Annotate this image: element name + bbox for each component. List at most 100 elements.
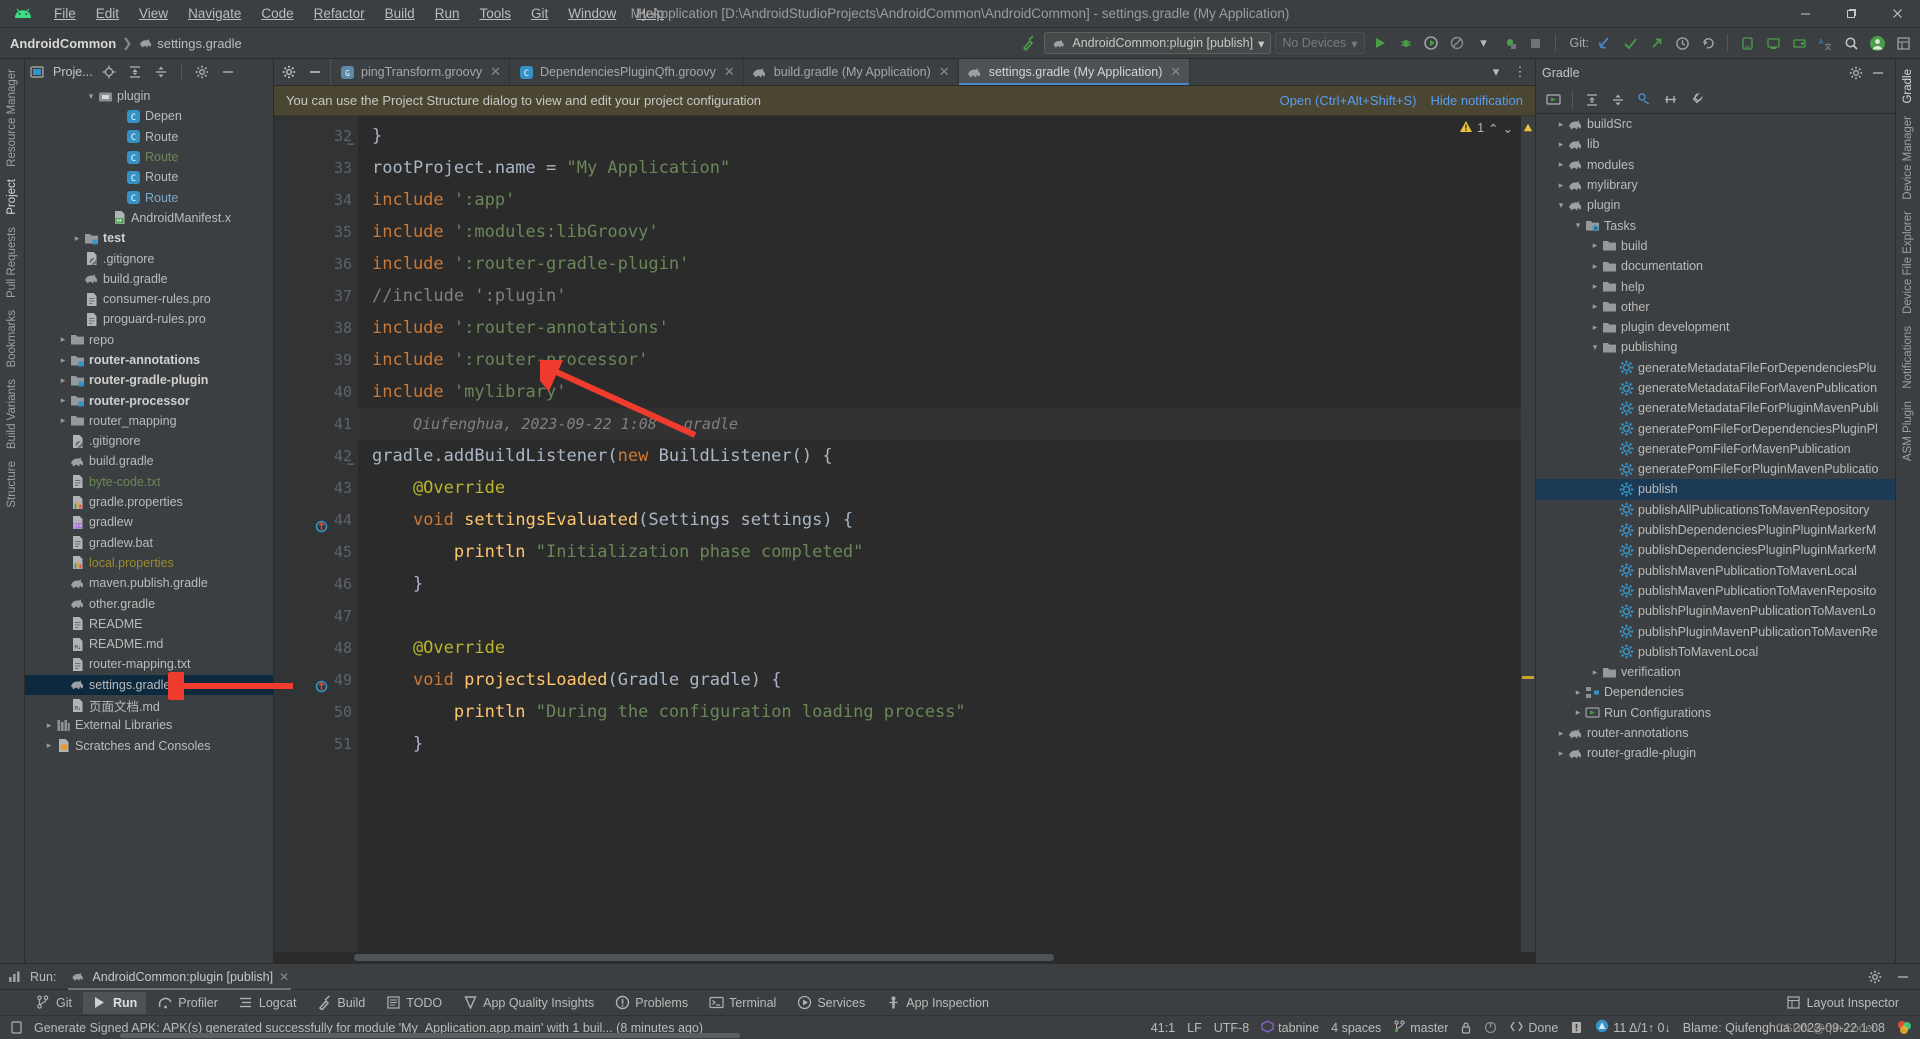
select-opened-file-icon[interactable] xyxy=(99,62,119,82)
chevron-right-icon[interactable]: ▸ xyxy=(1572,687,1584,698)
expand-all-icon[interactable] xyxy=(125,62,145,82)
code-line[interactable]: } xyxy=(358,728,1535,760)
bottom-tab-git[interactable]: Git xyxy=(26,992,81,1014)
chevron-right-icon[interactable]: ▸ xyxy=(1589,240,1601,251)
gutter-line[interactable]: 43 xyxy=(274,472,358,504)
tool-window-device-file-explorer[interactable]: Device File Explorer xyxy=(1900,205,1916,320)
project-tree-row[interactable]: .gitignore xyxy=(25,248,273,268)
editor-tab[interactable]: settings.gradle (My Application) ✕ xyxy=(958,59,1191,85)
project-tree-row[interactable]: C Route xyxy=(25,187,273,207)
project-tree-row[interactable]: MF AndroidManifest.x xyxy=(25,208,273,228)
menu-item-file[interactable]: File xyxy=(44,3,86,24)
editor-tab[interactable]: build.gradle (My Application) ✕ xyxy=(744,59,959,85)
gradle-tree-row[interactable]: publishPluginMavenPublicationToMavenLo xyxy=(1536,601,1895,621)
code-line[interactable]: println "During the configuration loadin… xyxy=(358,696,1535,728)
close-button[interactable] xyxy=(1874,0,1920,28)
device-manager-icon[interactable] xyxy=(1736,32,1758,54)
line-separator-widget[interactable]: LF xyxy=(1187,1021,1202,1035)
avd-manager-icon[interactable] xyxy=(1762,32,1784,54)
gradle-tree-row[interactable]: generateMetadataFileForDependenciesPlu xyxy=(1536,358,1895,378)
vcs-changes-widget[interactable]: 11 Δ/1↑ 0↓ xyxy=(1595,1019,1671,1036)
gradle-tree-row[interactable]: ▾ Tasks xyxy=(1536,215,1895,235)
gutter-line[interactable]: 39 xyxy=(274,344,358,376)
gradle-tree-row[interactable]: publishMavenPublicationToMavenReposito xyxy=(1536,581,1895,601)
tool-window-bookmarks[interactable]: Bookmarks xyxy=(4,304,20,374)
history-icon[interactable] xyxy=(1671,32,1693,54)
gradle-tree-row[interactable]: ▸ plugin development xyxy=(1536,317,1895,337)
editor-marker-strip[interactable] xyxy=(1521,116,1535,952)
collapse-all-icon[interactable] xyxy=(151,62,171,82)
close-icon[interactable]: ✕ xyxy=(939,64,950,80)
warning-stripe-marker[interactable] xyxy=(1522,676,1534,679)
chevron-down-icon[interactable]: ▾ xyxy=(1555,200,1567,211)
toggle-offline-mode-icon[interactable] xyxy=(1659,89,1681,111)
menu-item-run[interactable]: Run xyxy=(425,3,470,24)
chevron-right-icon[interactable]: ▸ xyxy=(1572,707,1584,718)
run-tab-androidcommon-plugin-publish[interactable]: AndroidCommon:plugin [publish] ✕ xyxy=(64,967,295,990)
code-line[interactable]: @Override xyxy=(358,472,1535,504)
code-line[interactable]: include ':app' xyxy=(358,184,1535,216)
chevron-right-icon[interactable]: ▸ xyxy=(43,740,55,751)
chevron-right-icon[interactable]: ▸ xyxy=(1589,667,1601,678)
project-tree-row[interactable]: ▾ plugin xyxy=(25,86,273,106)
chevron-right-icon[interactable]: ▸ xyxy=(1555,748,1567,759)
project-tree-row[interactable]: ▸ Scratches and Consoles xyxy=(25,736,273,756)
build-hammer-icon[interactable] xyxy=(1018,32,1040,54)
code-line[interactable]: include 'mylibrary' xyxy=(358,376,1535,408)
next-problem-icon[interactable]: ⌄ xyxy=(1503,121,1513,136)
gradle-tree-row[interactable]: ▸ buildSrc xyxy=(1536,114,1895,134)
project-tree-row[interactable]: proguard-rules.pro xyxy=(25,309,273,329)
chevron-right-icon[interactable]: ▸ xyxy=(1589,261,1601,272)
project-tree-row[interactable]: README xyxy=(25,614,273,634)
gradle-tree-row[interactable]: ▸ Dependencies xyxy=(1536,682,1895,702)
bottom-tab-services[interactable]: Services xyxy=(787,992,874,1014)
encoding-widget[interactable]: UTF-8 xyxy=(1214,1021,1249,1035)
chevron-down-icon[interactable]: ▾ xyxy=(1589,342,1601,353)
link-gradle-project-icon[interactable] xyxy=(1633,89,1655,111)
menu-item-tools[interactable]: Tools xyxy=(469,3,521,24)
tool-window-notifications[interactable]: Notifications xyxy=(1900,320,1916,395)
gutter-line[interactable]: 33 xyxy=(274,152,358,184)
project-tree-row[interactable]: C Route xyxy=(25,127,273,147)
project-file-tree[interactable]: ▾ plugin C Depen C Route C Route C Route… xyxy=(25,85,273,963)
tool-window-project[interactable]: Project xyxy=(4,173,20,221)
project-tree-row[interactable]: ▸ router-gradle-plugin xyxy=(25,370,273,390)
close-icon[interactable]: ✕ xyxy=(724,64,735,80)
close-icon[interactable]: ✕ xyxy=(279,970,289,984)
menu-item-view[interactable]: View xyxy=(129,3,178,24)
menu-item-edit[interactable]: Edit xyxy=(86,3,129,24)
project-tree-row[interactable]: byte-code.txt xyxy=(25,472,273,492)
layout-editor-icon[interactable] xyxy=(1892,32,1914,54)
readonly-lock-icon[interactable] xyxy=(1460,1021,1472,1034)
gutter-line[interactable]: 50 xyxy=(274,696,358,728)
chevron-right-icon[interactable]: ▸ xyxy=(1555,119,1567,130)
chevron-down-icon[interactable]: ▾ xyxy=(85,91,97,102)
gutter-line[interactable]: 47 xyxy=(274,600,358,632)
editor-horizontal-scrollbar[interactable] xyxy=(274,952,1535,963)
project-tree-row[interactable]: ▸ test xyxy=(25,228,273,248)
chevron-right-icon[interactable]: ▸ xyxy=(57,334,69,345)
project-tree-row[interactable]: ▸ router_mapping xyxy=(25,411,273,431)
hide-panel-icon[interactable] xyxy=(1867,62,1889,84)
inspection-status-widget[interactable]: Done xyxy=(1509,1020,1558,1036)
gradle-task-tree[interactable]: ▸ buildSrc ▸ lib ▸ modules ▸ mylibrary ▾… xyxy=(1536,114,1895,963)
project-tree-row[interactable]: settings.gradle xyxy=(25,674,273,695)
blame-widget[interactable]: Blame: Qiufenghua 2023-09-22 1:08 xyxy=(1683,1021,1885,1035)
code-content[interactable]: } rootProject.name = "My Application" incl… xyxy=(358,116,1535,952)
code-line[interactable] xyxy=(358,600,1535,632)
bottom-tab-problems[interactable]: Problems xyxy=(605,992,697,1014)
tool-window-pull-requests[interactable]: Pull Requests xyxy=(4,221,20,304)
scrollbar-thumb[interactable] xyxy=(354,954,1054,961)
gradle-tree-row[interactable]: publishDependenciesPluginPluginMarkerM xyxy=(1536,520,1895,540)
chevron-right-icon[interactable]: ▸ xyxy=(43,720,55,731)
gradle-tree-row[interactable]: ▾ plugin xyxy=(1536,195,1895,215)
run-configuration-selector[interactable]: AndroidCommon:plugin [publish] ▾ xyxy=(1044,32,1272,54)
code-line[interactable]: void projectsLoaded(Gradle gradle) { xyxy=(358,664,1535,696)
gutter-line[interactable]: 44 xyxy=(274,504,358,536)
close-icon[interactable]: ✕ xyxy=(1170,64,1181,80)
collapse-all-icon[interactable] xyxy=(1607,89,1629,111)
git-commit-icon[interactable] xyxy=(1619,32,1641,54)
gradle-tree-row[interactable]: generatePomFileForPluginMavenPublicatio xyxy=(1536,459,1895,479)
git-push-icon[interactable] xyxy=(1645,32,1667,54)
gradle-tree-row[interactable]: generatePomFileForDependenciesPluginPl xyxy=(1536,418,1895,438)
